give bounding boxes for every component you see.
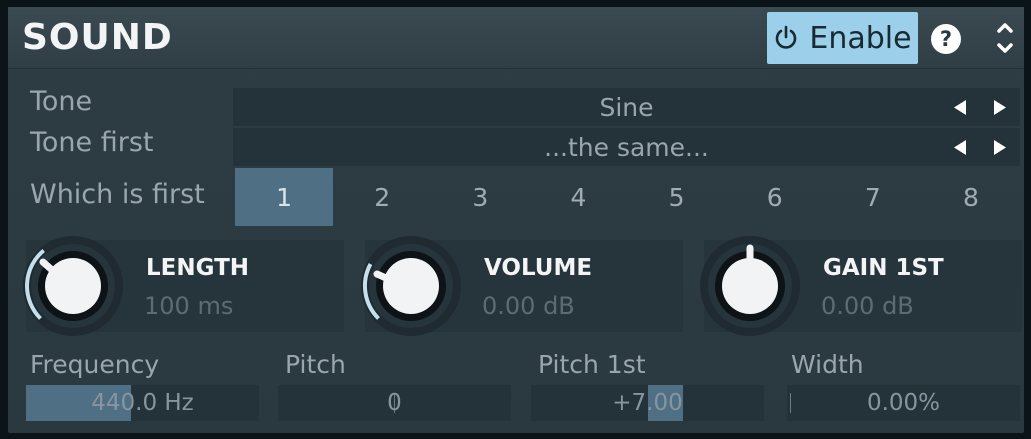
option-2[interactable]: 2 bbox=[333, 168, 431, 226]
enable-label: Enable bbox=[809, 20, 912, 56]
pitch-1st-label: Pitch 1st bbox=[538, 350, 646, 379]
arrow-right-icon[interactable] bbox=[994, 140, 1006, 155]
which-is-first-label: Which is first bbox=[30, 179, 205, 210]
width-label: Width bbox=[791, 350, 864, 379]
arrow-right-icon[interactable] bbox=[994, 100, 1006, 115]
power-icon bbox=[776, 25, 797, 49]
frequency-label: Frequency bbox=[30, 350, 160, 379]
tone-first-label: Tone first bbox=[30, 127, 154, 158]
length-value: 100 ms bbox=[144, 292, 234, 320]
volume-name: VOLUME bbox=[484, 255, 593, 281]
length-knob[interactable] bbox=[21, 234, 125, 338]
enable-button[interactable]: Enable bbox=[767, 12, 918, 64]
tone-first-arrows bbox=[940, 128, 1020, 166]
tone-arrows bbox=[940, 88, 1020, 126]
volume-value: 0.00 dB bbox=[482, 292, 575, 320]
option-1[interactable]: 1 bbox=[235, 168, 334, 226]
option-5[interactable]: 5 bbox=[628, 168, 726, 226]
length-name: LENGTH bbox=[146, 255, 250, 281]
tone-first-value: ...the same... bbox=[544, 132, 709, 162]
option-7[interactable]: 7 bbox=[824, 168, 922, 226]
gain-1st-name: GAIN 1ST bbox=[823, 255, 944, 281]
tone-label: Tone bbox=[30, 86, 93, 117]
pitch-1st-value: +7.00 bbox=[612, 390, 683, 416]
tone-first-selector[interactable]: ...the same... bbox=[233, 128, 1020, 166]
help-icon[interactable]: ? bbox=[931, 24, 961, 54]
option-8[interactable]: 8 bbox=[922, 168, 1020, 226]
arrow-left-icon[interactable] bbox=[954, 100, 966, 115]
panel-header: SOUND Enable ? bbox=[8, 7, 1024, 69]
pitch-1st-slider[interactable]: +7.00 bbox=[531, 385, 764, 421]
sound-panel: SOUND Enable ? Tone Sine Tone first ...t… bbox=[8, 7, 1024, 433]
volume-knob[interactable] bbox=[359, 234, 463, 338]
gain-1st-value: 0.00 dB bbox=[821, 292, 914, 320]
width-slider[interactable]: 0.00% bbox=[787, 385, 1020, 421]
pitch-label: Pitch bbox=[285, 350, 346, 379]
gain-1st-knob[interactable] bbox=[698, 234, 802, 338]
option-4[interactable]: 4 bbox=[529, 168, 627, 226]
tone-value: Sine bbox=[599, 92, 654, 122]
frequency-value: 440.0 Hz bbox=[91, 390, 194, 416]
help-glyph: ? bbox=[939, 27, 953, 51]
option-6[interactable]: 6 bbox=[726, 168, 824, 226]
arrow-left-icon[interactable] bbox=[954, 140, 966, 155]
panel-title: SOUND bbox=[22, 17, 173, 58]
width-value: 0.00% bbox=[866, 390, 941, 416]
which-is-first-selector: 1 2 3 4 5 6 7 8 bbox=[235, 168, 1020, 226]
expand-collapse-icon[interactable] bbox=[988, 15, 1022, 61]
tone-selector[interactable]: Sine bbox=[233, 88, 1020, 126]
pitch-slider[interactable]: 0 bbox=[278, 385, 511, 421]
option-3[interactable]: 3 bbox=[431, 168, 529, 226]
pitch-value: 0 bbox=[387, 390, 402, 416]
frequency-slider[interactable]: 440.0 Hz bbox=[26, 385, 259, 421]
